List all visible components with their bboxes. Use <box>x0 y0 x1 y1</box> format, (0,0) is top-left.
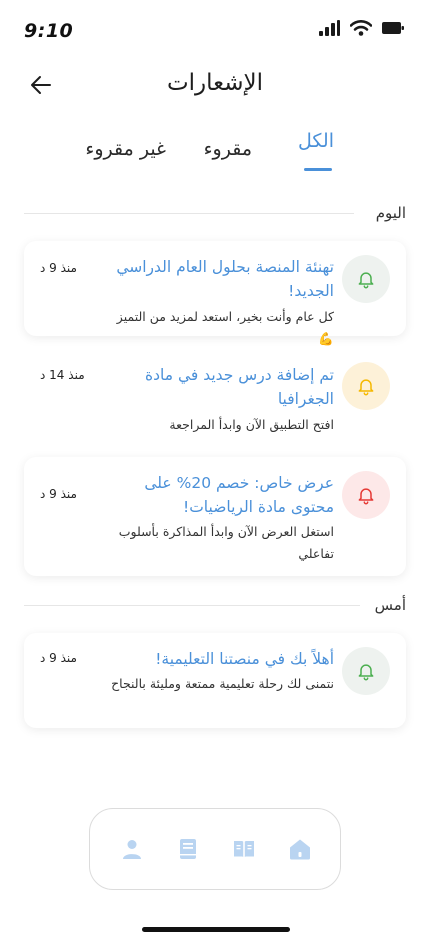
notification-body: افتح التطبيق الآن وابدأ المراجعة <box>169 417 334 432</box>
notification-title: عرض خاص: خصم 20% على محتوى مادة الرياضيا… <box>144 474 334 516</box>
notification-card[interactable]: تهنئة المنصة بحلول العام الدراسي الجديد!… <box>24 241 406 346</box>
notification-icon-badge <box>342 647 390 695</box>
divider <box>24 605 360 606</box>
notification-time: منذ 14 د <box>40 368 85 382</box>
notification-time: منذ 9 د <box>40 651 77 665</box>
divider <box>24 213 354 214</box>
home-icon[interactable] <box>288 837 312 861</box>
wifi-icon <box>350 20 372 36</box>
signal-icon <box>319 20 340 36</box>
battery-icon <box>382 22 404 34</box>
bell-icon <box>358 379 374 396</box>
notification-time: منذ 9 د <box>40 487 77 501</box>
notification-title: تم إضافة درس جديد في مادة الجغرافيا <box>144 366 334 408</box>
status-time: 9:10 <box>24 20 74 42</box>
notification-icon-badge <box>342 255 390 303</box>
header: الإشعارات <box>0 64 430 108</box>
status-icons <box>318 20 404 36</box>
bell-icon <box>358 272 374 289</box>
section-header-today: اليوم <box>24 204 406 224</box>
section-label: اليوم <box>375 204 406 222</box>
notification-card[interactable]: أهلاً بك في منصتنا التعليمية! نتمنى لك ر… <box>24 633 406 728</box>
profile-icon[interactable] <box>120 837 144 861</box>
bell-icon <box>358 664 374 681</box>
notification-body: نتمنى لك رحلة تعليمية ممتعة ومليئة بالنج… <box>111 676 334 691</box>
notification-icon-badge <box>342 362 390 410</box>
notification-title: أهلاً بك في منصتنا التعليمية! <box>155 650 334 668</box>
bell-icon <box>358 488 374 505</box>
bottom-nav <box>89 808 341 890</box>
notification-body: استغل العرض الآن وابدأ المذاكرة بأسلوب ت… <box>118 524 334 561</box>
notification-icon-badge <box>342 471 390 519</box>
notification-card[interactable]: تم إضافة درس جديد في مادة الجغرافيا افتح… <box>24 352 406 442</box>
status-bar: 9:10 <box>0 0 430 64</box>
open-book-icon[interactable] <box>232 837 256 861</box>
notification-time: منذ 9 د <box>40 261 77 275</box>
section-label: أمس <box>374 596 406 614</box>
notification-body: كل عام وأنت بخير، استعد لمزيد من التميز … <box>116 309 334 346</box>
tab-all[interactable]: الكل <box>298 130 334 152</box>
tab-bar: الكل مقروء غير مقروء <box>0 128 430 178</box>
active-tab-indicator <box>304 168 332 171</box>
section-header-yesterday: أمس <box>24 596 406 616</box>
page-title: الإشعارات <box>166 70 264 96</box>
notification-title: تهنئة المنصة بحلول العام الدراسي الجديد! <box>116 258 334 300</box>
notification-card[interactable]: عرض خاص: خصم 20% على محتوى مادة الرياضيا… <box>24 457 406 576</box>
tab-unread[interactable]: غير مقروء <box>85 138 166 160</box>
home-indicator <box>142 927 290 932</box>
tab-read[interactable]: مقروء <box>204 138 252 160</box>
book-icon[interactable] <box>176 837 200 861</box>
